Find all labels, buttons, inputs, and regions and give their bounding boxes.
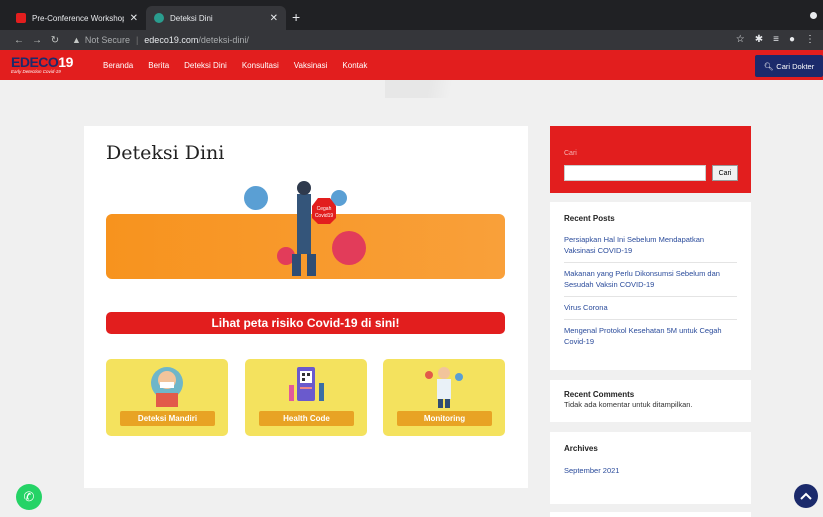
search-input[interactable] xyxy=(564,165,706,181)
card-label: Monitoring xyxy=(397,411,492,426)
menu-item-konsultasi[interactable]: Konsultasi xyxy=(242,61,279,70)
doctor-icon xyxy=(425,367,463,408)
card-deteksi-mandiri[interactable]: Deteksi Mandiri xyxy=(106,359,228,436)
whatsapp-icon[interactable]: ✆ xyxy=(16,484,42,510)
decorative-banner xyxy=(385,80,495,98)
main-menu: Beranda Berita Deteksi Dini Konsultasi V… xyxy=(103,61,367,70)
menu-kebab-icon[interactable]: ⋮ xyxy=(805,34,815,45)
recent-comments-widget: Recent Comments Tidak ada komentar untuk… xyxy=(550,380,751,422)
profile-icon[interactable] xyxy=(810,12,817,19)
close-tab-icon[interactable]: ✕ xyxy=(130,13,138,24)
extensions-icon[interactable]: ✱ xyxy=(755,34,763,45)
site-navbar: EDECO19 Early Detection Covid-19 Beranda… xyxy=(0,50,823,80)
widget-title: Recent Comments xyxy=(564,390,635,399)
search-widget: Cari Cari xyxy=(550,126,751,193)
url-host: edeco19.com xyxy=(144,35,199,45)
site-logo[interactable]: EDECO19 Early Detection Covid-19 xyxy=(11,54,81,74)
browser-toolbar-right: ☆ ✱ ≡ ● ⋮ xyxy=(736,34,815,45)
widget-title: Archives xyxy=(564,444,598,453)
card-health-code[interactable]: Health Code xyxy=(245,359,367,436)
site-favicon-icon xyxy=(154,13,164,23)
tab-title: Deteksi Dini xyxy=(170,13,213,23)
no-comments-text: Tidak ada komentar untuk ditampilkan. xyxy=(564,400,693,409)
hero-sign-text-2: Covid19 xyxy=(315,213,334,219)
forward-icon[interactable]: → xyxy=(30,35,44,46)
search-icon: 🔍︎ xyxy=(763,61,774,71)
account-icon[interactable]: ● xyxy=(789,34,795,45)
reading-list-icon[interactable]: ≡ xyxy=(773,34,779,45)
browser-tab-active[interactable]: Deteksi Dini ✕ xyxy=(146,6,286,30)
recent-posts-widget: Recent Posts Persiapkan Hal Ini Sebelum … xyxy=(550,202,751,370)
browser-tab-bar: Pre-Conference Workshop Pro ✕ Deteksi Di… xyxy=(0,0,823,30)
recent-post-link[interactable]: Makanan yang Perlu Dikonsumsi Sebelum da… xyxy=(564,263,737,297)
not-secure-label: Not Secure xyxy=(84,35,130,45)
menu-item-vaksinasi[interactable]: Vaksinasi xyxy=(294,61,328,70)
recent-post-link[interactable]: Mengenal Protokol Kesehatan 5M untuk Ceg… xyxy=(564,320,737,353)
archive-link[interactable]: September 2021 xyxy=(564,465,737,482)
youtube-favicon-icon xyxy=(16,13,26,23)
card-monitoring[interactable]: Monitoring xyxy=(383,359,505,436)
chevron-up-icon xyxy=(800,492,812,500)
close-tab-icon[interactable]: ✕ xyxy=(270,13,278,24)
url-path: /deteksi-dini/ xyxy=(198,35,249,45)
search-button[interactable]: Cari xyxy=(712,165,738,181)
tab-title: Pre-Conference Workshop Pro xyxy=(32,13,124,23)
menu-item-deteksi-dini[interactable]: Deteksi Dini xyxy=(184,61,227,70)
logo-number: 19 xyxy=(58,54,73,70)
archives-widget: Archives September 2021 xyxy=(550,432,751,504)
recent-post-link[interactable]: Persiapkan Hal Ini Sebelum Mendapatkan V… xyxy=(564,229,737,263)
address-bar: ← → ↻ ▲ Not Secure | edeco19.com/deteksi… xyxy=(0,30,823,50)
hero-sign-text: Cegah xyxy=(317,206,332,212)
recent-post-link[interactable]: Virus Corona xyxy=(564,297,737,320)
url-field[interactable]: ▲ Not Secure | edeco19.com/deteksi-dini/ xyxy=(72,35,249,45)
new-tab-icon[interactable]: + xyxy=(292,9,300,25)
menu-item-berita[interactable]: Berita xyxy=(148,61,169,70)
card-label: Health Code xyxy=(259,411,354,426)
url-separator: | xyxy=(135,35,139,45)
hero-illustration: Cegah Covid19 xyxy=(244,181,366,276)
menu-item-kontak[interactable]: Kontak xyxy=(342,61,367,70)
widget-title: Recent Posts xyxy=(564,214,615,223)
person-mask-icon xyxy=(151,367,183,407)
scroll-to-top-button[interactable] xyxy=(794,484,818,508)
menu-item-beranda[interactable]: Beranda xyxy=(103,61,133,70)
browser-tab[interactable]: Pre-Conference Workshop Pro ✕ xyxy=(8,6,146,30)
page-title: Deteksi Dini xyxy=(106,142,225,164)
warning-icon: ▲ xyxy=(72,35,81,45)
search-label: Cari xyxy=(564,150,577,157)
qr-phone-icon xyxy=(289,367,324,401)
cari-dokter-button[interactable]: 🔍︎ Cari Dokter xyxy=(755,55,823,77)
risk-map-button[interactable]: Lihat peta risiko Covid-19 di sini! xyxy=(106,312,505,334)
bookmark-star-icon[interactable]: ☆ xyxy=(736,34,745,45)
card-label: Deteksi Mandiri xyxy=(120,411,215,426)
reload-icon[interactable]: ↻ xyxy=(48,35,62,46)
sidebar-widget xyxy=(550,512,751,517)
logo-text: EDECO xyxy=(11,54,59,70)
back-icon[interactable]: ← xyxy=(12,35,26,46)
main-content: Deteksi Dini Cegah Covid19 Lihat peta ri… xyxy=(84,126,528,488)
cari-dokter-label: Cari Dokter xyxy=(776,61,815,71)
